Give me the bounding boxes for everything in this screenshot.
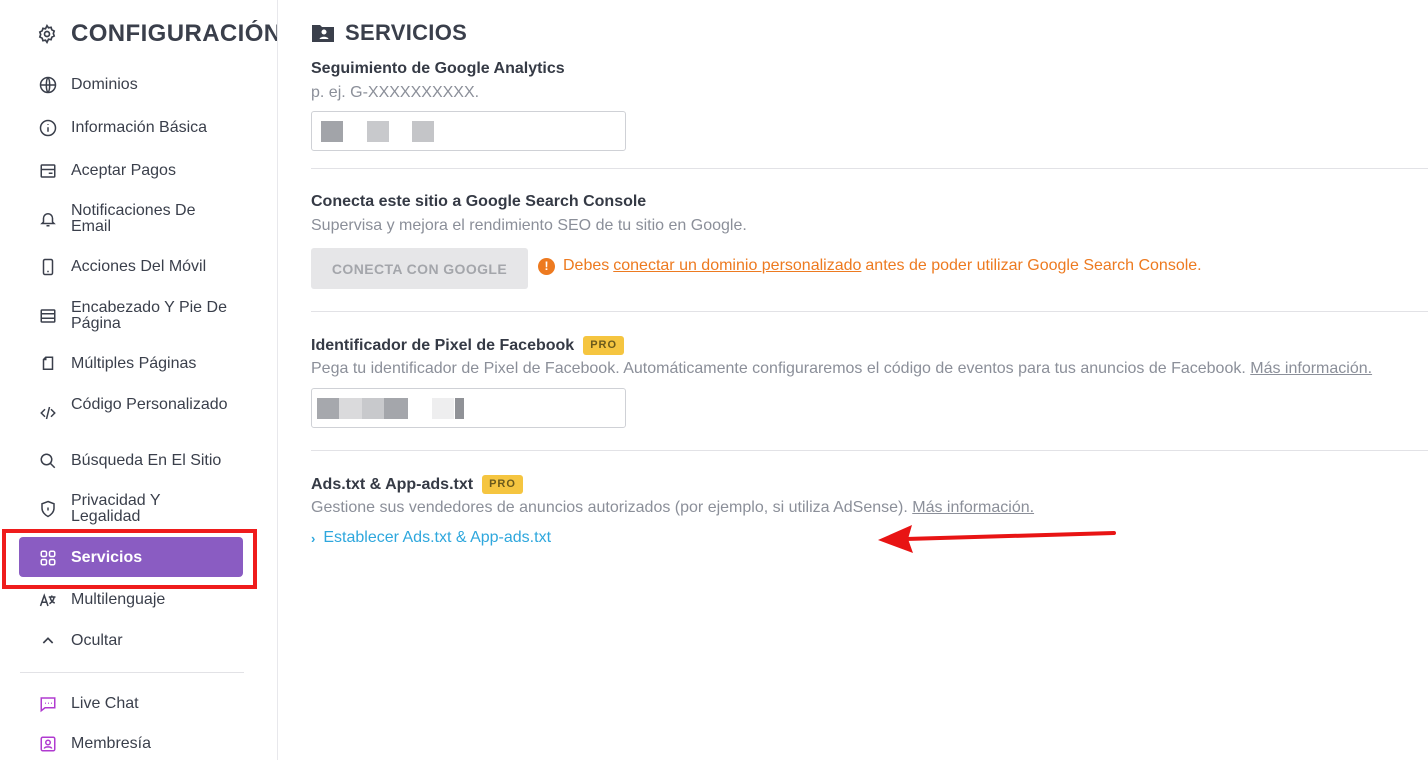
search-console-warning: ! Debes conectar un dominio personalizad… — [538, 257, 1202, 275]
mobile-icon — [38, 257, 58, 277]
info-icon — [38, 118, 58, 138]
sidebar-item-privacidad[interactable]: Privacidad Y Legalidad — [0, 493, 278, 525]
section-divider — [311, 450, 1428, 451]
sidebar-item-label: Ocultar — [71, 632, 123, 649]
page-header: SERVICIOS — [311, 20, 467, 46]
sidebar-item-codigo-personalizado[interactable]: Código Personalizado — [0, 397, 278, 429]
analytics-id-input[interactable] — [311, 111, 626, 151]
member-icon — [38, 734, 58, 754]
sidebar-item-label: Notificaciones De Email — [71, 202, 196, 235]
gear-icon — [37, 24, 57, 44]
search-icon — [38, 451, 58, 471]
redacted-value — [317, 398, 339, 419]
translate-icon — [38, 590, 58, 610]
facebook-pixel-desc-text: Pega tu identificador de Pixel de Facebo… — [311, 360, 1246, 377]
sidebar-title: CONFIGURACIÓN — [71, 20, 277, 47]
sidebar-item-label: Dominios — [71, 76, 138, 93]
settings-sidebar: CONFIGURACIÓN Dominios Información Básic… — [0, 0, 278, 760]
sidebar-item-membresia[interactable]: Membresía — [0, 734, 278, 754]
redacted-value — [321, 121, 343, 142]
analytics-title: Seguimiento de Google Analytics — [311, 60, 565, 77]
chat-icon — [38, 694, 58, 714]
search-console-desc: Supervisa y mejora el rendimiento SEO de… — [311, 217, 747, 234]
facebook-pixel-title: Identificador de Pixel de Facebook PRO — [311, 336, 625, 355]
bell-icon — [38, 209, 58, 229]
sidebar-item-label: Privacidad Y Legalidad — [71, 492, 161, 525]
sidebar-item-live-chat[interactable]: Live Chat — [0, 694, 278, 714]
facebook-pixel-title-text: Identificador de Pixel de Facebook — [311, 336, 575, 354]
sidebar-item-encabezado-pie[interactable]: Encabezado Y Pie De Página — [0, 300, 278, 332]
set-ads-txt-link[interactable]: › Establecer Ads.txt & App-ads.txt — [311, 529, 551, 547]
sidebar-item-label: Acciones Del Móvil — [71, 258, 207, 275]
sidebar-item-label: Código Personalizado — [71, 396, 228, 413]
facebook-pixel-input[interactable] — [311, 388, 626, 428]
sidebar-item-label: Búsqueda En El Sitio — [71, 452, 222, 469]
chevron-right-icon: › — [311, 530, 316, 546]
warning-icon: ! — [538, 257, 555, 275]
sidebar-item-dominios[interactable]: Dominios — [0, 75, 278, 95]
sidebar-header: CONFIGURACIÓN — [37, 20, 277, 48]
ads-txt-desc-text: Gestione sus vendedores de anuncios auto… — [311, 499, 908, 516]
annotation-highlight-box — [2, 529, 257, 589]
sidebar-item-label: Membresía — [71, 735, 152, 752]
chevron-up-icon — [38, 631, 58, 651]
redacted-value — [455, 398, 464, 419]
set-ads-txt-link-label: Establecer Ads.txt & App-ads.txt — [323, 529, 552, 546]
header-footer-icon — [38, 306, 58, 326]
warning-text-before: Debes — [563, 257, 610, 274]
ads-txt-desc: Gestione sus vendedores de anuncios auto… — [311, 499, 1034, 517]
folder-user-icon — [311, 23, 335, 43]
sidebar-item-label: Múltiples Páginas — [71, 355, 197, 372]
ads-txt-title-text: Ads.txt & App-ads.txt — [311, 475, 474, 493]
facebook-pixel-desc: Pega tu identificador de Pixel de Facebo… — [311, 360, 1372, 378]
sidebar-item-label: Información Básica — [71, 119, 208, 136]
facebook-more-info-link[interactable]: Más información. — [1250, 360, 1372, 377]
sidebar-item-multiples-paginas[interactable]: Múltiples Páginas — [0, 354, 278, 374]
ads-more-info-link[interactable]: Más información. — [912, 499, 1034, 516]
sidebar-item-label: Aceptar Pagos — [71, 162, 176, 179]
redacted-value — [412, 121, 434, 142]
sidebar-divider — [20, 672, 244, 673]
page-title: SERVICIOS — [345, 20, 468, 45]
pro-badge: PRO — [583, 336, 625, 355]
annotation-arrow — [878, 525, 1116, 553]
analytics-hint: p. ej. G-XXXXXXXXXX. — [311, 84, 480, 101]
sidebar-item-aceptar-pagos[interactable]: Aceptar Pagos — [0, 161, 278, 181]
code-icon — [38, 403, 58, 423]
redacted-value — [384, 398, 408, 419]
shield-icon — [38, 499, 58, 519]
warning-text-after: antes de poder utilizar Google Search Co… — [865, 257, 1202, 274]
sidebar-item-informacion-basica[interactable]: Información Básica — [0, 118, 278, 138]
connect-google-button[interactable]: CONECTA CON GOOGLE — [311, 248, 528, 289]
section-divider — [311, 311, 1428, 312]
search-console-title: Conecta este sitio a Google Search Conso… — [311, 193, 647, 210]
sidebar-item-acciones-movil[interactable]: Acciones Del Móvil — [0, 257, 278, 277]
sidebar-item-label: Multilenguaje — [71, 591, 166, 608]
sidebar-item-notificaciones[interactable]: Notificaciones De Email — [0, 203, 278, 235]
sidebar-item-label: Live Chat — [71, 695, 139, 712]
custom-domain-link[interactable]: conectar un dominio personalizado — [613, 257, 861, 275]
section-divider — [311, 168, 1428, 169]
ads-txt-title: Ads.txt & App-ads.txt PRO — [311, 475, 523, 494]
sidebar-item-busqueda[interactable]: Búsqueda En El Sitio — [0, 451, 278, 471]
sidebar-item-label: Encabezado Y Pie De Página — [71, 299, 227, 332]
globe-icon — [38, 75, 58, 95]
sidebar-item-multilenguaje[interactable]: Multilenguaje — [0, 590, 278, 610]
pages-icon — [38, 354, 58, 374]
payment-card-icon — [38, 161, 58, 181]
redacted-value — [432, 398, 454, 419]
pro-badge: PRO — [482, 475, 523, 494]
redacted-value — [362, 398, 384, 419]
redacted-value — [339, 398, 362, 419]
sidebar-item-ocultar[interactable]: Ocultar — [0, 631, 278, 651]
redacted-value — [367, 121, 389, 142]
